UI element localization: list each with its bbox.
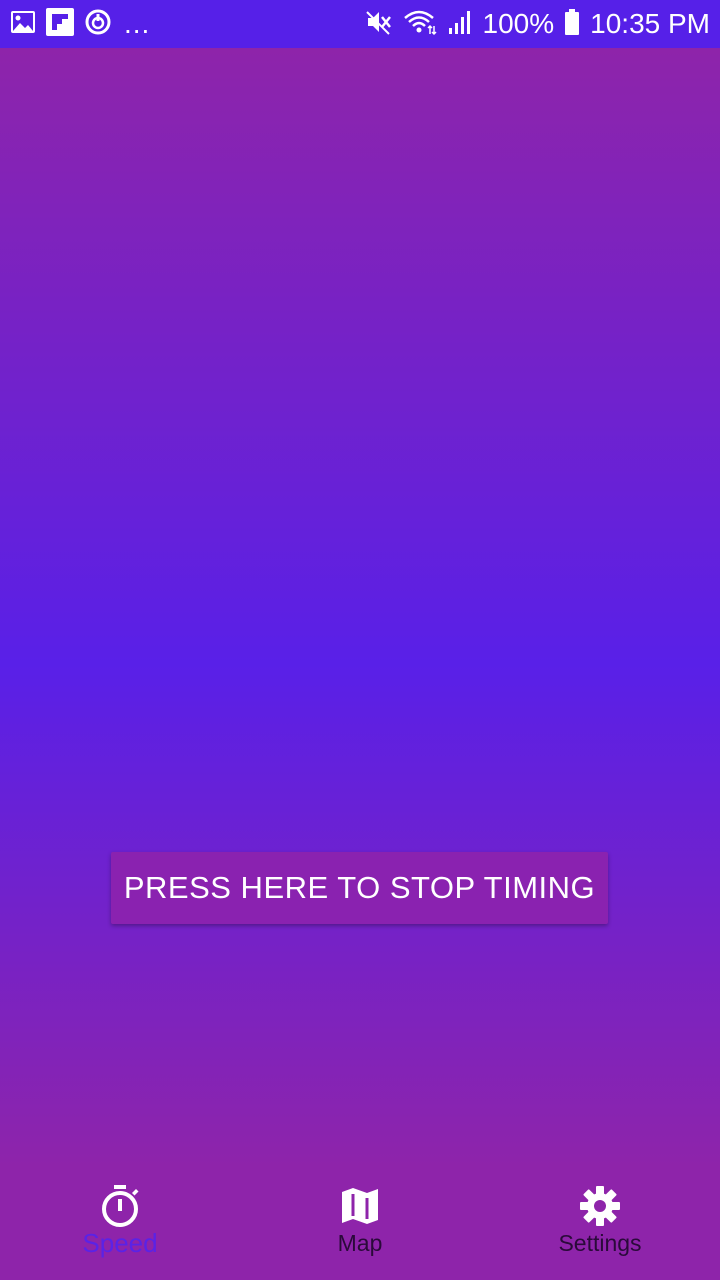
main-content: PRESS HERE TO STOP TIMING	[0, 48, 720, 1168]
stop-timing-button[interactable]: PRESS HERE TO STOP TIMING	[111, 852, 608, 924]
signal-icon	[447, 8, 473, 41]
status-bar-left: ...	[10, 0, 150, 48]
status-bar: ... 100% 10:35 PM	[0, 0, 720, 48]
nav-label-settings: Settings	[558, 1230, 642, 1256]
battery-percent: 100%	[482, 8, 555, 39]
wifi-icon	[403, 8, 437, 41]
notification-overflow-indicator: ...	[124, 8, 151, 39]
nav-label-speed: Speed	[82, 1228, 158, 1258]
bottom-navigation: Speed Map Settings	[0, 1168, 720, 1280]
flipboard-icon	[46, 7, 74, 41]
nav-item-settings[interactable]: Settings	[480, 1168, 720, 1280]
app-screen: ... 100% 10:35 PM PRESS HERE TO STOP TIM…	[0, 0, 720, 1280]
stopwatch-icon	[98, 1184, 142, 1228]
sync-icon	[84, 8, 112, 41]
nav-item-speed[interactable]: Speed	[0, 1168, 240, 1280]
battery-icon	[564, 8, 580, 41]
gear-icon	[578, 1184, 622, 1228]
gallery-icon	[10, 9, 36, 40]
status-bar-right: 100% 10:35 PM	[365, 0, 710, 48]
nav-item-map[interactable]: Map	[240, 1168, 480, 1280]
mute-icon	[365, 8, 393, 41]
nav-label-map: Map	[337, 1230, 383, 1256]
map-icon	[338, 1184, 382, 1228]
clock: 10:35 PM	[590, 8, 710, 39]
